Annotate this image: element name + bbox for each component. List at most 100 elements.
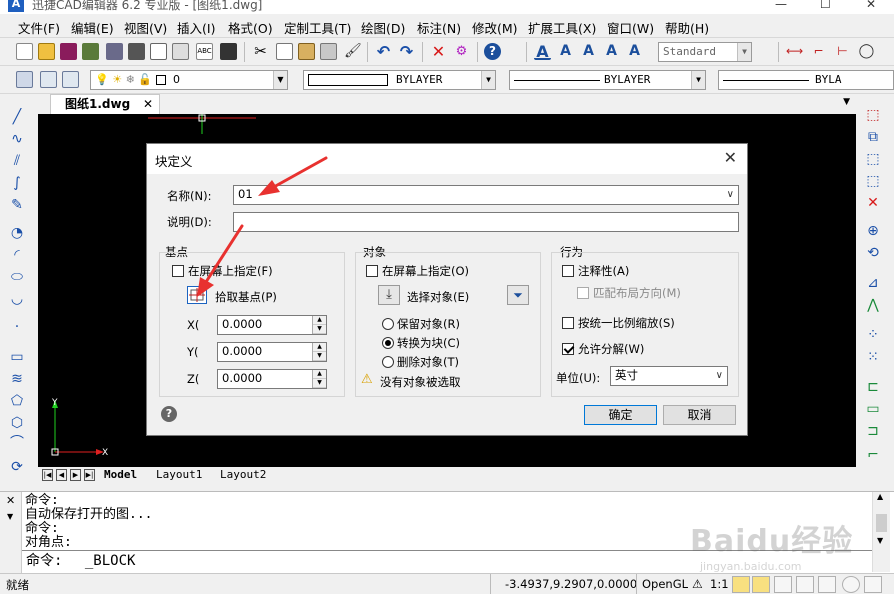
copy-object-icon[interactable]: ⧉ [864, 128, 882, 146]
tab-layout1[interactable]: Layout1 [156, 468, 202, 481]
tab-list-chevron-icon[interactable]: ▼ [843, 97, 850, 107]
text-scale-icon[interactable]: A [626, 43, 643, 60]
layer-manager-icon[interactable] [16, 71, 33, 88]
pick-point-button[interactable] [187, 286, 207, 304]
menu-format[interactable]: 格式(O) [228, 18, 273, 37]
linetype-combo[interactable]: BYLAYER ▼ [509, 70, 706, 90]
y-spinner[interactable]: ▲ ▼ [312, 343, 326, 361]
match-properties-icon[interactable]: 🖌 [344, 43, 362, 60]
find-icon[interactable] [220, 43, 237, 60]
help-icon[interactable]: ? [484, 43, 501, 60]
command-input[interactable]: 命令: _BLOCK [22, 550, 872, 572]
paste-special-icon[interactable] [320, 43, 337, 60]
z-spinner[interactable]: ▲ ▼ [312, 370, 326, 388]
match-layout-checkbox[interactable] [577, 287, 589, 299]
menu-window[interactable]: 窗口(W) [607, 18, 654, 37]
menu-insert[interactable]: 插入(I) [177, 18, 215, 37]
ortho-toggle-icon[interactable] [774, 576, 792, 593]
z-coordinate-input[interactable]: 0.0000 ▲ ▼ [217, 369, 327, 389]
quick-select-button[interactable]: ⏷ [507, 285, 529, 305]
point-icon[interactable]: · [8, 318, 26, 336]
dialog-close-icon[interactable]: ✕ [724, 148, 737, 167]
annotative-checkbox[interactable] [562, 265, 574, 277]
polygon-icon[interactable]: ⬠ [8, 392, 26, 410]
single-line-text-icon[interactable]: A [557, 43, 574, 60]
open-folder-icon[interactable] [38, 43, 55, 60]
menu-draw[interactable]: 绘图(D) [361, 18, 405, 37]
menu-view[interactable]: 视图(V) [124, 18, 167, 37]
annotation-scale-icon[interactable]: ⚠ [692, 577, 703, 591]
revcloud-icon[interactable]: ⌒ [8, 434, 26, 452]
objects-on-screen-checkbox[interactable] [366, 265, 378, 277]
text-style-icon[interactable]: A [603, 43, 620, 60]
rotate-icon[interactable]: ⟲ [864, 244, 882, 262]
print-preview-icon[interactable] [150, 43, 167, 60]
print-icon[interactable] [128, 43, 145, 60]
array-icon[interactable]: ⋀ [864, 296, 882, 314]
cancel-button[interactable]: 取消 [663, 405, 736, 425]
menu-file[interactable]: 文件(F) [18, 18, 60, 37]
close-tab-icon[interactable]: ✕ [143, 95, 153, 114]
scale-icon[interactable]: ⁘ [864, 326, 882, 344]
save-icon[interactable] [60, 43, 77, 60]
layer-combo[interactable]: 💡 ☀ ❄ 🔓 0 ▼ [90, 70, 288, 90]
select-fence-icon[interactable]: ⬚ [864, 172, 882, 190]
lineweight-combo[interactable]: BYLA [718, 70, 894, 90]
tab-layout2[interactable]: Layout2 [220, 468, 266, 481]
layer-match-icon[interactable] [62, 71, 79, 88]
menu-dimension[interactable]: 标注(N) [417, 18, 461, 37]
dimension-baseline-icon[interactable]: ⊢ [834, 43, 851, 60]
scale-uniformly-checkbox[interactable] [562, 317, 574, 329]
snap-toggle-icon[interactable] [732, 576, 750, 593]
break-icon[interactable]: ⊐ [864, 422, 882, 440]
color-combo[interactable]: BYLAYER ▼ [303, 70, 496, 90]
region-icon[interactable]: ⬡ [8, 414, 26, 432]
move-icon[interactable]: ⊕ [864, 222, 882, 240]
erase-icon[interactable]: ✕ [430, 43, 447, 60]
edit-text-icon[interactable]: A [580, 43, 597, 60]
mirror-icon[interactable]: ⊿ [864, 274, 882, 292]
helix-icon[interactable]: ≋ [8, 370, 26, 388]
refresh-icon[interactable]: ⟳ [8, 458, 26, 476]
lineweight-toggle-icon[interactable] [864, 576, 882, 593]
next-layout-icon[interactable]: ▶ [70, 469, 81, 481]
maximize-icon[interactable]: ☐ [820, 0, 831, 11]
dialog-help-icon[interactable]: ? [161, 406, 177, 422]
extend-icon[interactable]: ▭ [864, 400, 882, 418]
grid-toggle-icon[interactable] [752, 576, 770, 593]
delete-objects-radio[interactable] [382, 356, 394, 368]
arc-icon[interactable]: ◜ [8, 246, 26, 264]
circle-icon[interactable]: ◔ [8, 224, 26, 242]
polar-toggle-icon[interactable] [796, 576, 814, 593]
x-spinner[interactable]: ▲ ▼ [312, 316, 326, 334]
first-layout-icon[interactable]: |◀ [42, 469, 53, 481]
status-scale[interactable]: 1:1 [710, 577, 729, 591]
trim-icon[interactable]: ⊏ [864, 378, 882, 396]
select-objects-button[interactable]: ⤓ [378, 285, 400, 305]
units-select[interactable]: 英寸 ∨ [610, 366, 728, 386]
retain-objects-radio[interactable] [382, 318, 394, 330]
paste-icon[interactable] [298, 43, 315, 60]
multiline-icon[interactable]: ⫽ [8, 152, 26, 170]
scroll-thumb[interactable] [876, 514, 887, 532]
command-scrollbar[interactable]: ▲ ▼ [872, 492, 890, 572]
prev-layout-icon[interactable]: ◀ [56, 469, 67, 481]
scroll-up-icon[interactable]: ▲ [877, 492, 883, 501]
description-input[interactable] [233, 212, 739, 232]
x-coordinate-input[interactable]: 0.0000 ▲ ▼ [217, 315, 327, 335]
minimize-icon[interactable]: — [775, 0, 787, 11]
fillet-icon[interactable]: ⌐ [864, 446, 882, 464]
stretch-icon[interactable]: ⁙ [864, 348, 882, 366]
osnap-toggle-icon[interactable] [818, 576, 836, 593]
copy-icon[interactable] [276, 43, 293, 60]
spellcheck-icon[interactable]: ABC [196, 43, 213, 60]
command-close-icon[interactable]: ✕ [6, 494, 15, 507]
plot-icon[interactable] [106, 43, 123, 60]
ellipse-arc-icon[interactable]: ◡ [8, 290, 26, 308]
basepoint-on-screen-checkbox[interactable] [172, 265, 184, 277]
ellipse-icon[interactable]: ⬭ [8, 268, 26, 286]
page-setup-icon[interactable] [172, 43, 189, 60]
spline-icon[interactable]: ∫ [8, 174, 26, 192]
layer-previous-icon[interactable] [40, 71, 57, 88]
sketch-icon[interactable]: ✎ [8, 196, 26, 214]
